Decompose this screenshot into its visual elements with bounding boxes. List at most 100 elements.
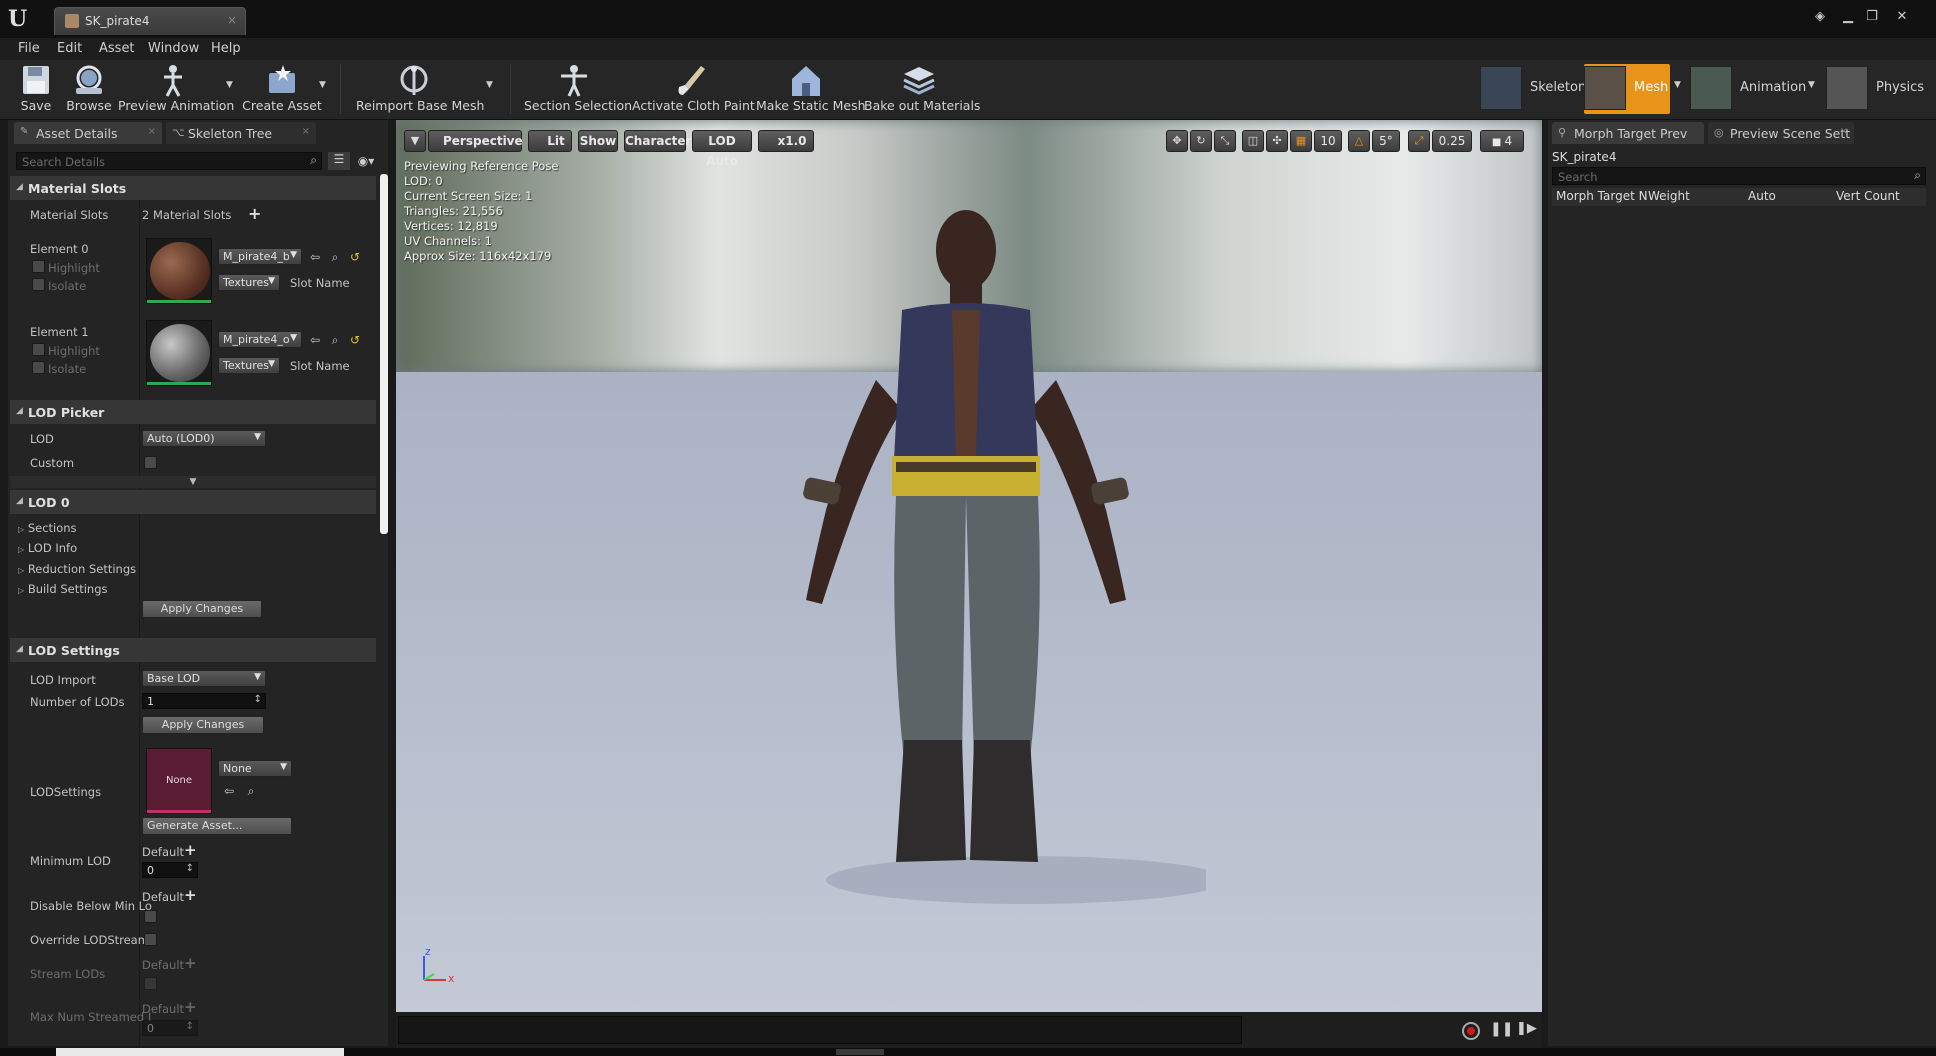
playback-speed-button[interactable]: x1.0 xyxy=(758,130,814,152)
tab-skeleton-tree[interactable]: ⌥ Skeleton Tree × xyxy=(166,122,316,144)
grid-snap-value[interactable]: 10 xyxy=(1314,130,1342,152)
close-tab-icon[interactable]: × xyxy=(148,126,156,137)
use-selected-arrow-icon[interactable]: ⇦ xyxy=(222,784,236,798)
activate-cloth-paint-button[interactable]: Activate Cloth Paint xyxy=(632,60,755,118)
minimum-lod-input[interactable]: 0 ↕ xyxy=(142,862,198,878)
menu-help[interactable]: Help xyxy=(211,41,241,56)
visibility-eye-icon[interactable]: ◉▾ xyxy=(354,154,378,168)
element-0-material-combo[interactable]: M_pirate4_bc ▼ xyxy=(218,248,302,265)
add-override-icon[interactable]: + xyxy=(184,841,197,859)
rotation-snap-icon[interactable]: △ xyxy=(1348,130,1370,152)
expand-advanced-icon[interactable]: ▼ xyxy=(10,476,376,488)
element-0-highlight-checkbox[interactable] xyxy=(32,260,45,273)
mode-mesh-button[interactable]: Mesh xyxy=(1584,64,1670,114)
section-selection-button[interactable]: Section Selection xyxy=(524,60,632,118)
pause-icon[interactable]: ❚❚ xyxy=(1490,1021,1513,1037)
morph-search-input[interactable]: Search ⌕ xyxy=(1552,167,1926,185)
lod-import-combo[interactable]: Base LOD ▼ xyxy=(142,670,266,687)
bottom-scroll-handle[interactable] xyxy=(836,1049,884,1055)
browse-asset-icon[interactable]: ⌕ xyxy=(244,784,258,798)
lod-picker-header[interactable]: ◢ LOD Picker xyxy=(10,400,376,424)
menu-file[interactable]: File xyxy=(18,41,40,56)
perspective-button[interactable]: Perspective xyxy=(428,130,523,152)
make-static-mesh-button[interactable]: Make Static Mesh xyxy=(756,60,866,118)
surface-snap-icon[interactable]: ✣ xyxy=(1266,130,1288,152)
preview-viewport[interactable]: ▼ Perspective Lit Show Character LOD Aut… xyxy=(396,120,1542,1012)
override-lod-streaming-checkbox[interactable] xyxy=(144,933,157,946)
animation-mode-dropdown-icon[interactable]: ▼ xyxy=(1808,80,1815,90)
use-selected-arrow-icon[interactable]: ⇦ xyxy=(308,250,322,264)
column-weight[interactable]: Weight xyxy=(1648,189,1690,203)
element-0-material-thumbnail[interactable] xyxy=(146,238,212,304)
scale-tool-icon[interactable]: ⤡ xyxy=(1214,130,1236,152)
lod-settings-header[interactable]: ◢ LOD Settings xyxy=(10,638,376,662)
lod-info-tree-item[interactable]: ▷ LOD Info xyxy=(18,541,77,555)
tab-morph-target-preview[interactable]: ⚲ Morph Target Prev xyxy=(1552,122,1704,144)
view-options-grid-icon[interactable]: ☰ xyxy=(328,152,350,170)
custom-lod-checkbox[interactable] xyxy=(144,456,157,469)
rotate-tool-icon[interactable]: ↻ xyxy=(1190,130,1212,152)
close-tab-icon[interactable]: × xyxy=(302,126,310,137)
preview-animation-button[interactable]: Preview Animation xyxy=(118,60,234,118)
menu-asset[interactable]: Asset xyxy=(99,41,135,56)
lod-combo[interactable]: Auto (LOD0) ▼ xyxy=(142,430,266,447)
create-asset-button[interactable]: Create Asset xyxy=(242,60,322,118)
lod0-header[interactable]: ◢ LOD 0 xyxy=(10,490,376,514)
mode-animation-button[interactable]: Animation xyxy=(1690,64,1810,114)
preview-animation-dropdown-icon[interactable]: ▼ xyxy=(226,80,233,90)
element-0-textures-combo[interactable]: Textures ▼ xyxy=(218,274,280,291)
number-of-lods-input[interactable]: 1 ↕ xyxy=(142,693,266,709)
reduction-settings-tree-item[interactable]: ▷ Reduction Settings xyxy=(18,562,136,576)
browse-button[interactable]: Browse xyxy=(64,60,114,118)
reset-to-default-icon[interactable]: ↺ xyxy=(348,333,362,347)
scale-snap-icon[interactable]: ⤢ xyxy=(1408,130,1430,152)
lod-settings-apply-changes-button[interactable]: Apply Changes xyxy=(142,716,264,734)
restore-icon[interactable]: ❐ xyxy=(1860,8,1884,26)
close-icon[interactable]: ✕ xyxy=(1890,8,1914,26)
tab-preview-scene-settings[interactable]: ◎ Preview Scene Sett × xyxy=(1708,122,1854,144)
camera-speed-button[interactable]: ■ 4 xyxy=(1480,130,1524,152)
column-morph-target-name[interactable]: Morph Target N xyxy=(1556,189,1648,203)
document-tab[interactable]: SK_pirate4 × xyxy=(54,7,246,35)
show-button[interactable]: Show xyxy=(578,130,618,152)
character-button[interactable]: Character xyxy=(624,130,691,152)
mesh-mode-dropdown-icon[interactable]: ▼ xyxy=(1674,80,1681,90)
menu-window[interactable]: Window xyxy=(148,41,199,56)
add-material-slot-icon[interactable]: + xyxy=(248,204,261,223)
element-1-material-combo[interactable]: M_pirate4_ot ▼ xyxy=(218,331,302,348)
lit-button[interactable]: Lit xyxy=(528,130,572,152)
save-button[interactable]: Save xyxy=(14,60,58,118)
create-asset-dropdown-icon[interactable]: ▼ xyxy=(319,80,326,90)
column-auto[interactable]: Auto xyxy=(1748,189,1776,203)
menu-edit[interactable]: Edit xyxy=(57,41,82,56)
rotation-snap-value[interactable]: 5° xyxy=(1372,130,1400,152)
step-forward-icon[interactable]: ❚▶ xyxy=(1516,1021,1537,1036)
element-1-isolate-checkbox[interactable] xyxy=(32,361,45,374)
record-button[interactable] xyxy=(1462,1022,1480,1040)
lod-auto-button[interactable]: LOD Auto xyxy=(692,130,752,168)
close-tab-icon[interactable]: × xyxy=(227,13,237,27)
add-override-icon[interactable]: + xyxy=(184,886,197,904)
bake-out-materials-button[interactable]: Bake out Materials xyxy=(864,60,980,118)
element-1-material-thumbnail[interactable] xyxy=(146,320,212,386)
viewport-options-dropdown-icon[interactable]: ▼ xyxy=(404,130,426,152)
world-local-icon[interactable]: ◫ xyxy=(1242,130,1264,152)
tab-asset-details[interactable]: ✎ Asset Details × xyxy=(14,122,162,144)
reimport-dropdown-icon[interactable]: ▼ xyxy=(486,80,493,90)
mode-physics-button[interactable]: Physics xyxy=(1826,64,1930,114)
column-vert-count[interactable]: Vert Count xyxy=(1836,189,1900,203)
build-settings-tree-item[interactable]: ▷ Build Settings xyxy=(18,582,108,596)
browse-asset-icon[interactable]: ⌕ xyxy=(328,333,342,347)
grid-snap-icon[interactable]: ▦ xyxy=(1290,130,1312,152)
character-mesh[interactable] xyxy=(726,180,1206,940)
disable-below-min-lod-checkbox[interactable] xyxy=(144,910,157,923)
reset-to-default-icon[interactable]: ↺ xyxy=(348,250,362,264)
element-0-isolate-checkbox[interactable] xyxy=(32,278,45,291)
element-1-textures-combo[interactable]: Textures ▼ xyxy=(218,357,280,374)
sections-tree-item[interactable]: ▷ Sections xyxy=(18,521,77,535)
lod-settings-combo[interactable]: None ▼ xyxy=(218,760,292,777)
use-selected-arrow-icon[interactable]: ⇦ xyxy=(308,333,322,347)
lod0-apply-changes-button[interactable]: Apply Changes xyxy=(142,600,262,618)
mode-skeleton-button[interactable]: Skeleton xyxy=(1480,64,1586,114)
translate-tool-icon[interactable]: ✥ xyxy=(1166,130,1188,152)
